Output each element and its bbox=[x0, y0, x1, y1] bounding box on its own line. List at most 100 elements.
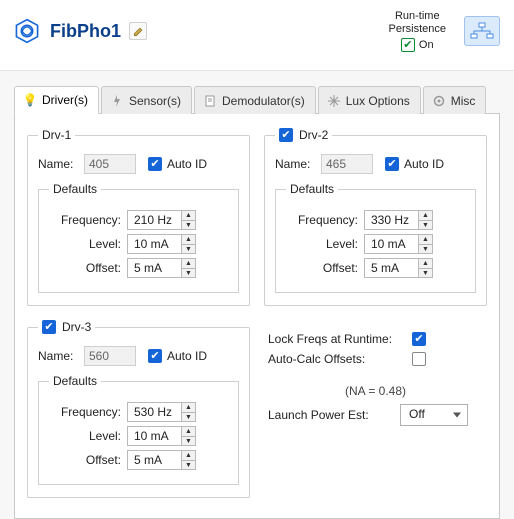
driver-1-autoid-checkbox[interactable]: ✔ bbox=[148, 157, 162, 171]
driver-group-1: Drv-1 Name: ✔ Auto ID Defaults Frequency… bbox=[27, 128, 250, 306]
app-logo-icon bbox=[14, 18, 40, 44]
spin-down-icon[interactable]: ▼ bbox=[419, 245, 432, 254]
tab-label: Misc bbox=[451, 94, 476, 108]
spin-up-icon[interactable]: ▲ bbox=[419, 259, 432, 269]
spin-up-icon[interactable]: ▲ bbox=[419, 235, 432, 245]
flowchart-icon bbox=[470, 22, 494, 40]
driver-3-name-input[interactable] bbox=[84, 346, 136, 366]
level-label: Level: bbox=[49, 429, 127, 443]
defaults-legend: Defaults bbox=[286, 182, 338, 196]
driver-2-name-input[interactable] bbox=[321, 154, 373, 174]
app-title: FibPho1 bbox=[50, 21, 121, 42]
spin-value: 530 Hz bbox=[127, 402, 181, 422]
launch-power-label: Launch Power Est: bbox=[268, 408, 388, 422]
spin-up-icon[interactable]: ▲ bbox=[182, 451, 195, 461]
driver-2-offset-spinner[interactable]: 5 mA ▲▼ bbox=[364, 258, 433, 278]
tab-sensors[interactable]: Sensor(s) bbox=[101, 86, 192, 114]
persistence-state: On bbox=[419, 39, 434, 52]
auto-calc-label: Auto-Calc Offsets: bbox=[268, 352, 404, 366]
level-label: Level: bbox=[49, 237, 127, 251]
spin-up-icon[interactable]: ▲ bbox=[182, 235, 195, 245]
driver-3-level-spinner[interactable]: 10 mA ▲▼ bbox=[127, 426, 196, 446]
driver-2-defaults: Defaults Frequency: 330 Hz ▲▼ Level: 10 … bbox=[275, 182, 476, 293]
driver-3-autoid-checkbox[interactable]: ✔ bbox=[148, 349, 162, 363]
driver-1-name-input[interactable] bbox=[84, 154, 136, 174]
lock-freqs-checkbox[interactable]: ✔ bbox=[412, 332, 426, 346]
spin-down-icon[interactable]: ▼ bbox=[182, 437, 195, 446]
driver-group-2: ✔ Drv-2 Name: ✔ Auto ID Defaults Frequen… bbox=[264, 128, 487, 306]
tab-label: Lux Options bbox=[346, 94, 410, 108]
tab-misc[interactable]: Misc bbox=[423, 86, 487, 114]
spin-value: 10 mA bbox=[127, 426, 181, 446]
driver-2-level-spinner[interactable]: 10 mA ▲▼ bbox=[364, 234, 433, 254]
spin-up-icon[interactable]: ▲ bbox=[419, 211, 432, 221]
spin-up-icon[interactable]: ▲ bbox=[182, 403, 195, 413]
level-label: Level: bbox=[286, 237, 364, 251]
spin-down-icon[interactable]: ▼ bbox=[419, 221, 432, 230]
page-icon bbox=[203, 94, 217, 108]
tab-label: Driver(s) bbox=[42, 93, 88, 107]
driver-1-legend: Drv-1 bbox=[38, 128, 75, 142]
defaults-legend: Defaults bbox=[49, 182, 101, 196]
spin-down-icon[interactable]: ▼ bbox=[182, 221, 195, 230]
tab-strip: 💡 Driver(s) Sensor(s) Demodulator(s) Lux… bbox=[14, 85, 500, 114]
pencil-icon bbox=[133, 26, 144, 37]
driver-2-legend: Drv-2 bbox=[299, 128, 328, 142]
driver-2-enable-checkbox[interactable]: ✔ bbox=[279, 128, 293, 142]
auto-calc-checkbox[interactable]: ✔ bbox=[412, 352, 426, 366]
driver-2-autoid-checkbox[interactable]: ✔ bbox=[385, 157, 399, 171]
spin-up-icon[interactable]: ▲ bbox=[182, 211, 195, 221]
check-icon: ✔ bbox=[150, 351, 159, 362]
frequency-label: Frequency: bbox=[49, 213, 127, 227]
options-column: Lock Freqs at Runtime: ✔ Auto-Calc Offse… bbox=[264, 320, 487, 498]
offset-label: Offset: bbox=[286, 261, 364, 275]
driver-group-3: ✔ Drv-3 Name: ✔ Auto ID Defaults Frequen… bbox=[27, 320, 250, 498]
spin-down-icon[interactable]: ▼ bbox=[182, 461, 195, 470]
tab-label: Demodulator(s) bbox=[222, 94, 305, 108]
spin-value: 210 Hz bbox=[127, 210, 181, 230]
check-icon: ✔ bbox=[403, 40, 412, 51]
tab-lux-options[interactable]: Lux Options bbox=[318, 86, 421, 114]
driver-3-frequency-spinner[interactable]: 530 Hz ▲▼ bbox=[127, 402, 196, 422]
spin-value: 330 Hz bbox=[364, 210, 418, 230]
runtime-persistence: Run-time Persistence ✔ On bbox=[389, 10, 446, 52]
spin-down-icon[interactable]: ▼ bbox=[419, 269, 432, 278]
frequency-label: Frequency: bbox=[286, 213, 364, 227]
driver-3-legend: Drv-3 bbox=[62, 320, 91, 334]
check-icon: ✔ bbox=[414, 334, 423, 345]
driver-3-offset-spinner[interactable]: 5 mA ▲▼ bbox=[127, 450, 196, 470]
spin-up-icon[interactable]: ▲ bbox=[182, 427, 195, 437]
autoid-label: Auto ID bbox=[167, 157, 207, 171]
autoid-label: Auto ID bbox=[404, 157, 444, 171]
tabs-container: 💡 Driver(s) Sensor(s) Demodulator(s) Lux… bbox=[0, 71, 514, 519]
spin-down-icon[interactable]: ▼ bbox=[182, 269, 195, 278]
persistence-checkbox[interactable]: ✔ bbox=[401, 38, 415, 52]
driver-1-level-spinner[interactable]: 10 mA ▲▼ bbox=[127, 234, 196, 254]
spin-down-icon[interactable]: ▼ bbox=[182, 413, 195, 422]
spin-value: 5 mA bbox=[127, 258, 181, 278]
spin-up-icon[interactable]: ▲ bbox=[182, 259, 195, 269]
tab-label: Sensor(s) bbox=[129, 94, 181, 108]
persistence-label-1: Run-time bbox=[389, 10, 446, 23]
name-label: Name: bbox=[38, 157, 78, 171]
na-note: (NA = 0.48) bbox=[268, 384, 483, 398]
gear-icon bbox=[432, 94, 446, 108]
spin-down-icon[interactable]: ▼ bbox=[182, 245, 195, 254]
spin-value: 10 mA bbox=[127, 234, 181, 254]
offset-label: Offset: bbox=[49, 261, 127, 275]
driver-3-enable-checkbox[interactable]: ✔ bbox=[42, 320, 56, 334]
persistence-label-2: Persistence bbox=[389, 23, 446, 36]
driver-1-defaults: Defaults Frequency: 210 Hz ▲▼ Level: 10 … bbox=[38, 182, 239, 293]
diagram-view-button[interactable] bbox=[464, 16, 500, 46]
launch-power-select[interactable]: Off bbox=[400, 404, 468, 426]
tab-demodulators[interactable]: Demodulator(s) bbox=[194, 86, 316, 114]
driver-2-frequency-spinner[interactable]: 330 Hz ▲▼ bbox=[364, 210, 433, 230]
edit-title-button[interactable] bbox=[129, 22, 147, 40]
tab-drivers[interactable]: 💡 Driver(s) bbox=[14, 86, 99, 114]
select-value: Off bbox=[409, 407, 425, 421]
spin-value: 10 mA bbox=[364, 234, 418, 254]
driver-1-frequency-spinner[interactable]: 210 Hz ▲▼ bbox=[127, 210, 196, 230]
check-icon: ✔ bbox=[281, 130, 290, 141]
sparkle-icon bbox=[327, 94, 341, 108]
driver-1-offset-spinner[interactable]: 5 mA ▲▼ bbox=[127, 258, 196, 278]
